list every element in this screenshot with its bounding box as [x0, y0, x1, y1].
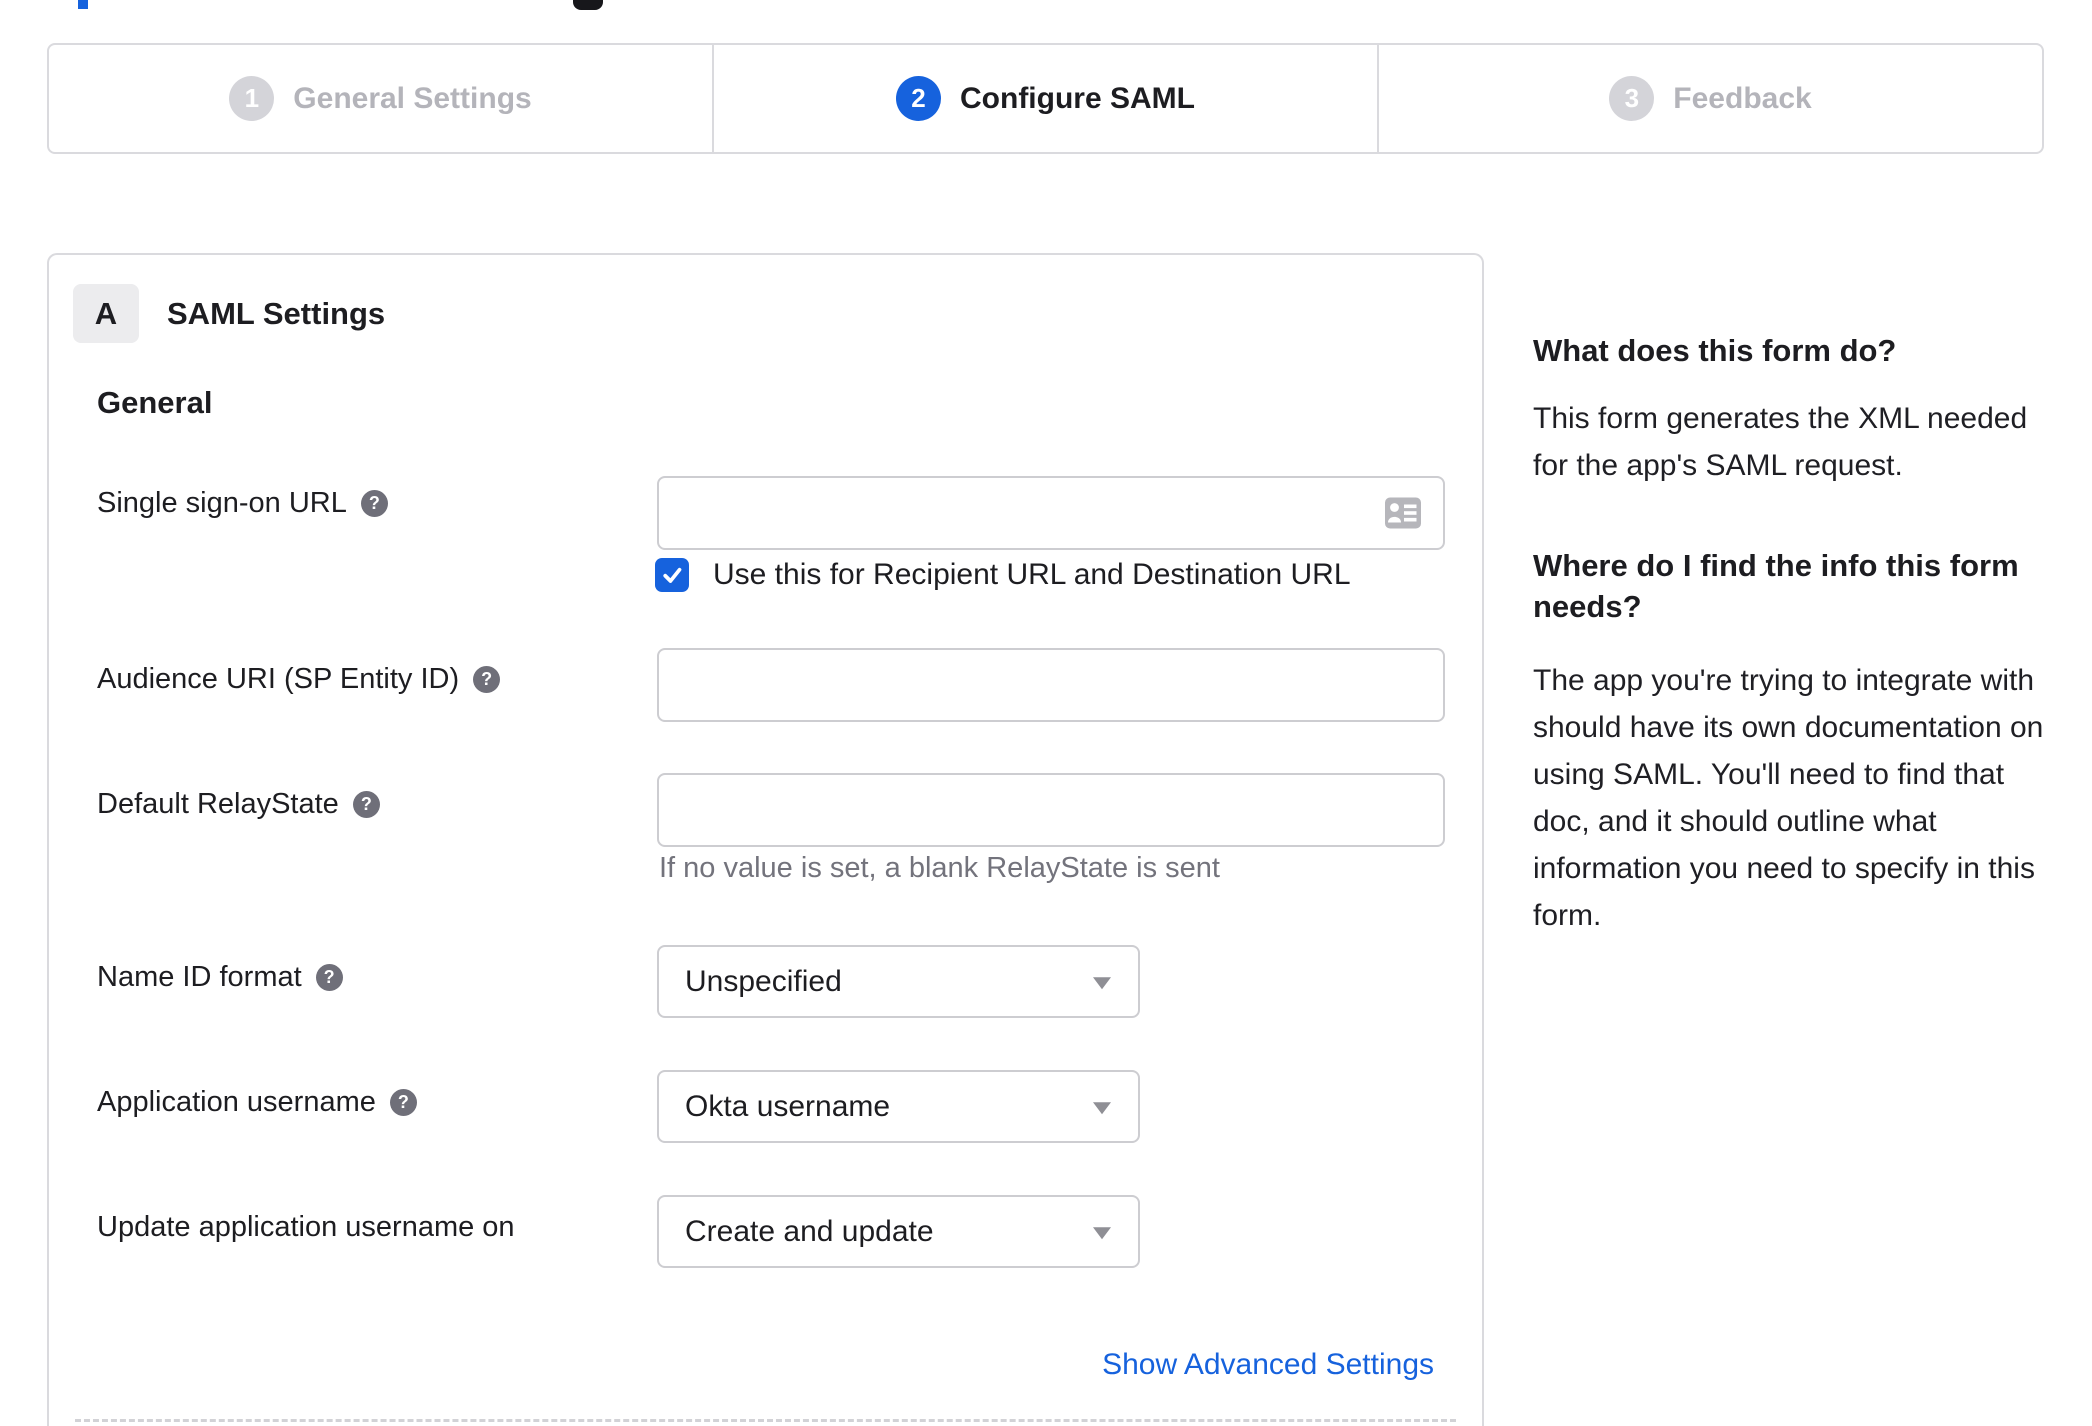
cutoff-title-fragment: [78, 0, 88, 9]
chevron-down-icon: [1093, 976, 1111, 989]
chevron-down-icon: [1093, 1101, 1111, 1114]
chevron-down-icon: [1093, 1226, 1111, 1239]
app-username-select[interactable]: Okta username: [657, 1070, 1140, 1143]
step-number-badge: 3: [1609, 76, 1655, 121]
sso-url-label-row: Single sign-on URL ?: [97, 485, 388, 521]
step-number-badge: 2: [896, 76, 941, 121]
nameid-format-label-row: Name ID format ?: [97, 959, 343, 995]
relaystate-label-row: Default RelayState ?: [97, 786, 380, 822]
sso-url-input-wrap: [657, 476, 1445, 550]
show-advanced-settings-link[interactable]: Show Advanced Settings: [1102, 1348, 1434, 1382]
audience-uri-label: Audience URI (SP Entity ID): [97, 662, 460, 695]
wizard-step-general-settings[interactable]: 1 General Settings: [49, 45, 712, 152]
help-icon[interactable]: ?: [352, 790, 380, 818]
checkmark-icon: [663, 567, 682, 583]
general-section-heading: General: [97, 385, 213, 420]
relaystate-label: Default RelayState: [97, 787, 339, 820]
wizard-step-feedback[interactable]: 3 Feedback: [1377, 45, 2042, 152]
audience-uri-input[interactable]: [657, 648, 1445, 722]
step-label: Configure SAML: [960, 81, 1195, 115]
wizard-steps: 1 General Settings 2 Configure SAML 3 Fe…: [47, 43, 2044, 154]
step-label: Feedback: [1673, 81, 1812, 115]
update-username-label: Update application username on: [97, 1210, 515, 1243]
help-icon[interactable]: ?: [360, 489, 388, 517]
step-number-badge: 1: [229, 76, 275, 121]
audience-uri-label-row: Audience URI (SP Entity ID) ?: [97, 661, 501, 697]
relaystate-input[interactable]: [657, 773, 1445, 847]
relaystate-hint: If no value is set, a blank RelayState i…: [659, 852, 1220, 884]
help-icon[interactable]: ?: [389, 1088, 417, 1116]
help-sidebar: What does this form do? This form genera…: [1533, 330, 2051, 939]
okta-configure-saml-screen: 1 General Settings 2 Configure SAML 3 Fe…: [0, 0, 2092, 1426]
section-a-badge: A: [73, 284, 139, 343]
wizard-step-configure-saml[interactable]: 2 Configure SAML: [712, 45, 1377, 152]
recipient-url-checkbox[interactable]: [655, 558, 689, 592]
panel-title: SAML Settings: [167, 295, 386, 331]
help-icon[interactable]: ?: [315, 963, 343, 991]
sidebar-heading-where: Where do I find the info this form needs…: [1533, 548, 2019, 624]
nameid-format-select[interactable]: Unspecified: [657, 945, 1140, 1018]
update-username-value: Create and update: [685, 1214, 934, 1248]
nameid-format-value: Unspecified: [685, 964, 842, 998]
section-dashed-divider: [75, 1419, 1456, 1422]
sidebar-body-what: This form generates the XML needed for t…: [1533, 402, 2028, 482]
sidebar-heading-what: What does this form do?: [1533, 333, 1897, 368]
saml-settings-panel: A SAML Settings General Single sign-on U…: [47, 253, 1484, 1426]
update-username-label-row: Update application username on: [97, 1209, 515, 1245]
help-icon[interactable]: ?: [473, 665, 501, 693]
app-username-value: Okta username: [685, 1089, 891, 1123]
recipient-url-checkbox-label: Use this for Recipient URL and Destinati…: [713, 558, 1351, 591]
step-label: General Settings: [293, 81, 532, 115]
sso-url-label: Single sign-on URL: [97, 486, 347, 519]
update-username-select[interactable]: Create and update: [657, 1195, 1140, 1268]
app-username-label: Application username: [97, 1085, 376, 1118]
cutoff-header-icon-fragment: [573, 0, 603, 10]
sidebar-body-where: The app you're trying to integrate with …: [1533, 664, 2044, 932]
app-username-label-row: Application username ?: [97, 1084, 417, 1120]
sso-url-input[interactable]: [657, 476, 1445, 550]
nameid-format-label: Name ID format: [97, 960, 302, 993]
